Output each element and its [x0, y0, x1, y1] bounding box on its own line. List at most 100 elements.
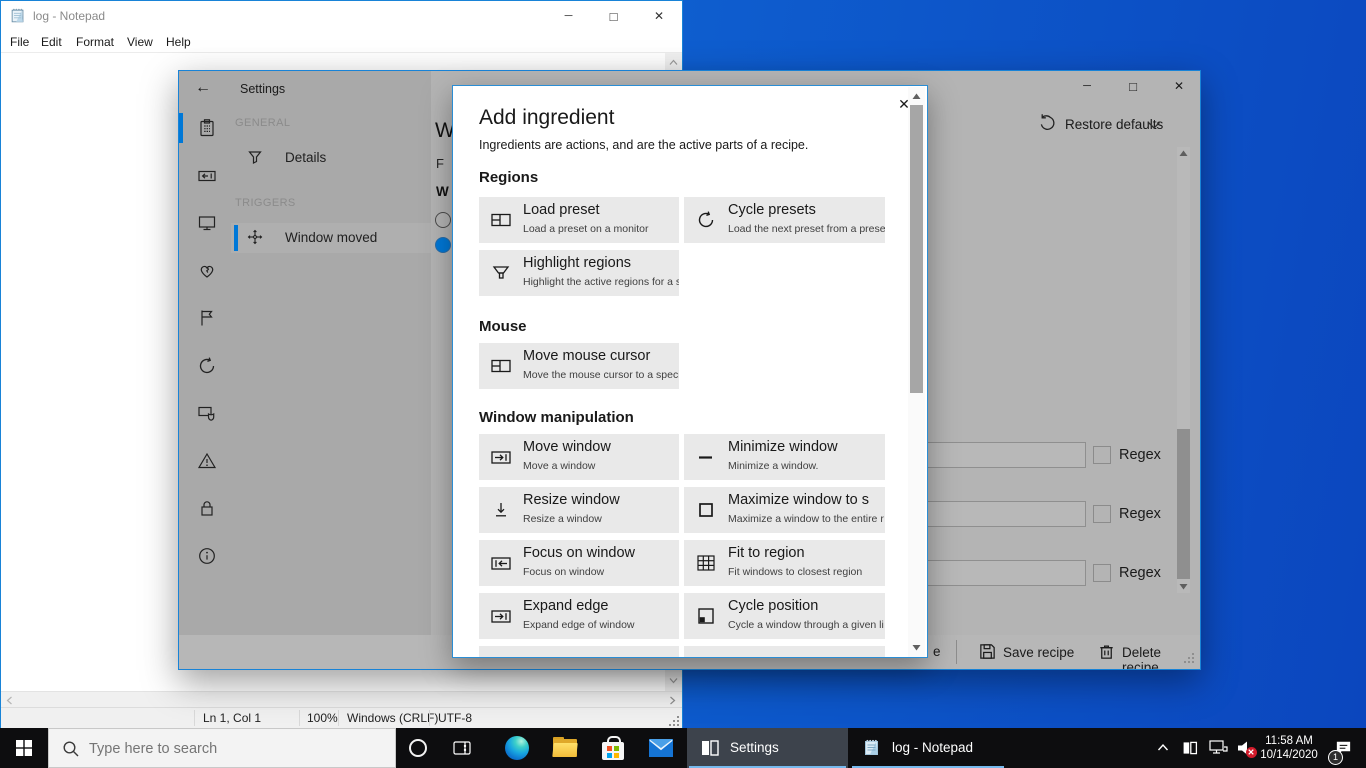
radio-unselected[interactable]: [435, 212, 451, 228]
ingredient-resize-window[interactable]: Resize window Resize a window: [479, 487, 679, 533]
file-explorer-button[interactable]: [543, 728, 587, 768]
heart-icon[interactable]: [197, 261, 217, 281]
scroll-down-icon[interactable]: [669, 677, 678, 684]
ingredient-cycle-presets[interactable]: Cycle presets Load the next preset from …: [684, 197, 885, 243]
tray-network-button[interactable]: [1204, 728, 1232, 768]
task-view-button[interactable]: [440, 728, 484, 768]
cortana-button[interactable]: [396, 728, 440, 768]
tray-chevron-up-button[interactable]: [1150, 728, 1176, 768]
refresh-icon[interactable]: [197, 356, 217, 376]
scroll-down-icon[interactable]: [1179, 583, 1188, 591]
ingredient-fit-to-region[interactable]: Fit to region Fit windows to closest reg…: [684, 540, 885, 586]
filter-icon: [247, 149, 263, 165]
regex-label: Regex: [1119, 565, 1161, 581]
scroll-up-icon[interactable]: [1179, 149, 1188, 157]
sidebar-item-details[interactable]: Details: [231, 143, 431, 173]
taskbar-search-box[interactable]: [48, 728, 396, 768]
tray-clock[interactable]: 11:58 AM 10/14/2020: [1258, 734, 1320, 762]
taskbar-app-settings[interactable]: Settings: [687, 728, 848, 768]
windows-logo-icon: [16, 740, 32, 756]
regex-checkbox[interactable]: [1093, 564, 1111, 582]
scroll-up-icon[interactable]: [669, 59, 678, 66]
menu-view[interactable]: View: [127, 35, 153, 49]
ingredient-highlight-regions[interactable]: Highlight regions Highlight the active r…: [479, 250, 679, 296]
ingredient-load-preset[interactable]: Load preset Load a preset on a monitor: [479, 197, 679, 243]
notepad-resize-grip[interactable]: [669, 716, 679, 726]
start-button[interactable]: [0, 728, 48, 768]
delete-recipe-button[interactable]: Delete recipe: [1093, 639, 1198, 666]
scrollbar-thumb[interactable]: [1177, 429, 1190, 579]
status-cursor-position: Ln 1, Col 1: [203, 711, 261, 725]
search-input[interactable]: [87, 729, 381, 768]
ingredient-button-partial[interactable]: [479, 646, 679, 658]
menu-edit[interactable]: Edit: [41, 35, 62, 49]
input-field-icon[interactable]: [197, 166, 217, 186]
regex-checkbox[interactable]: [1093, 446, 1111, 464]
scroll-right-icon[interactable]: [669, 696, 676, 705]
content-text-partial-2: W: [436, 184, 449, 199]
settings-close-button[interactable]: ✕: [1156, 71, 1201, 101]
settings-minimize-button[interactable]: ─: [1064, 71, 1110, 101]
scroll-down-icon[interactable]: [912, 644, 921, 652]
edge-button[interactable]: [495, 728, 539, 768]
edge-icon: [505, 736, 529, 760]
save-recipe-button[interactable]: Save recipe: [974, 639, 1079, 666]
notepad-hscrollbar[interactable]: [1, 691, 682, 707]
ingredient-maximize-window[interactable]: Maximize window to s Maximize a window t…: [684, 487, 885, 533]
menu-file[interactable]: File: [10, 35, 29, 49]
nav-header-triggers: TRIGGERS: [235, 197, 296, 209]
monitor-icon[interactable]: [197, 213, 217, 233]
ingredient-move-window[interactable]: Move window Move a window: [479, 434, 679, 480]
radio-selected[interactable]: [435, 237, 451, 253]
scroll-up-icon[interactable]: [912, 92, 921, 100]
ingredient-cycle-position[interactable]: Cycle position Cycle a window through a …: [684, 593, 885, 639]
scrollbar-thumb[interactable]: [910, 105, 923, 393]
warning-icon[interactable]: [197, 451, 217, 471]
maximize-icon: [695, 499, 717, 521]
dialog-subtitle: Ingredients are actions, and are the act…: [479, 138, 887, 152]
ingredient-expand-edge[interactable]: Expand edge Expand edge of window: [479, 593, 679, 639]
action-center-button[interactable]: 1: [1324, 728, 1366, 768]
dialog-scrollbar[interactable]: [908, 87, 925, 657]
window-arrow-left-icon: [490, 552, 512, 574]
status-line-ending: Windows (CRLF): [347, 711, 438, 725]
settings-maximize-button[interactable]: □: [1110, 71, 1156, 101]
highlight-icon: [490, 262, 512, 284]
back-button[interactable]: ←: [195, 79, 211, 97]
notepad-maximize-button[interactable]: □: [591, 1, 636, 31]
mail-button[interactable]: [639, 728, 683, 768]
info-icon[interactable]: [197, 546, 217, 566]
regions-grid: Load preset Load a preset on a monitor C…: [479, 197, 887, 296]
settings-resize-grip[interactable]: [1184, 653, 1194, 663]
clipboard-icon[interactable]: [197, 118, 217, 138]
dialog-title: Add ingredient: [479, 106, 887, 130]
regex-label: Regex: [1119, 447, 1161, 463]
chevron-down-icon[interactable]: [1147, 121, 1161, 130]
footer-partial-label[interactable]: e: [933, 644, 941, 659]
settings-scrollbar[interactable]: [1177, 147, 1190, 593]
window-arrow-right-icon: [490, 446, 512, 468]
sidebar-item-window-moved[interactable]: Window moved: [231, 223, 431, 253]
devices-shield-icon[interactable]: [197, 403, 217, 423]
trash-icon: [1097, 642, 1116, 661]
menu-format[interactable]: Format: [76, 35, 114, 49]
taskbar-app-notepad[interactable]: log - Notepad: [848, 728, 1008, 768]
notepad-minimize-button[interactable]: ─: [546, 1, 591, 31]
window-layout-app-icon: [700, 738, 720, 758]
ingredient-button-partial[interactable]: [684, 646, 885, 658]
lock-icon[interactable]: [197, 498, 217, 518]
regex-checkbox[interactable]: [1093, 505, 1111, 523]
ingredient-minimize-window[interactable]: Minimize window Minimize a window.: [684, 434, 885, 480]
scroll-left-icon[interactable]: [6, 696, 13, 705]
menu-help[interactable]: Help: [166, 35, 191, 49]
store-button[interactable]: [591, 728, 635, 768]
network-icon: [1209, 739, 1228, 757]
flag-icon[interactable]: [197, 308, 217, 328]
ingredient-move-mouse-cursor[interactable]: Move mouse cursor Move the mouse cursor …: [479, 343, 679, 389]
window-arrow-right-icon: [490, 605, 512, 627]
notepad-close-button[interactable]: ✕: [636, 1, 682, 31]
status-zoom-level: 100%: [307, 711, 338, 725]
tray-window-layout-button[interactable]: [1176, 728, 1204, 768]
ingredient-focus-on-window[interactable]: Focus on window Focus on window: [479, 540, 679, 586]
tray-volume-button[interactable]: [1232, 728, 1260, 768]
